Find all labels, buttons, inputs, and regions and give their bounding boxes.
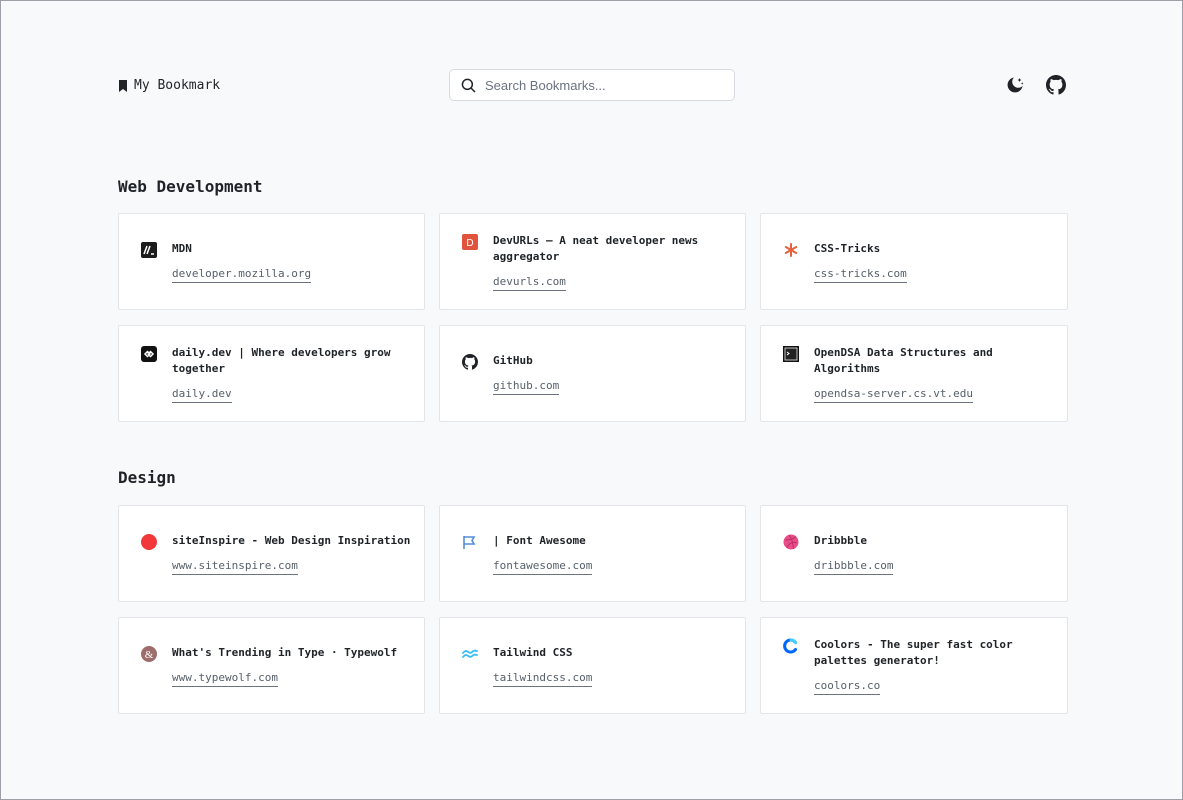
- bookmark-grid-design: siteInspire - Web Design Inspiration www…: [118, 505, 1068, 714]
- coolors-icon: [783, 638, 799, 654]
- bookmark-title: Coolors - The super fast color palettes …: [814, 637, 1013, 667]
- bookmark-title: siteInspire - Web Design Inspiration: [172, 533, 411, 547]
- mdn-icon: [141, 241, 157, 258]
- font-awesome-icon: [462, 534, 478, 550]
- bookmark-url-link[interactable]: tailwindcss.com: [493, 671, 593, 687]
- bookmark-title: What's Trending in Type · Typewolf: [172, 645, 398, 659]
- bookmark-card[interactable]: MDN developer.mozilla.org: [118, 213, 425, 310]
- bookmark-card[interactable]: Tailwind CSS tailwindcss.com: [439, 617, 746, 714]
- bookmark-url-link[interactable]: opendsa-server.cs.vt.edu: [814, 387, 973, 403]
- github-icon: [1045, 74, 1066, 95]
- brand-title: My Bookmark: [134, 78, 221, 93]
- bookmark-card[interactable]: GitHub github.com: [439, 325, 746, 422]
- section-title-web-development: Web Development: [118, 177, 263, 196]
- bookmark-url-link[interactable]: github.com: [493, 379, 560, 395]
- bookmark-card[interactable]: OpenDSA Data Structures and Algorithms o…: [760, 325, 1068, 422]
- bookmark-url-link[interactable]: fontawesome.com: [493, 559, 593, 575]
- search-input[interactable]: [485, 77, 715, 93]
- bookmark-url-link[interactable]: daily.dev: [172, 387, 232, 403]
- header-actions: [1004, 74, 1066, 95]
- css-tricks-icon: [783, 242, 799, 258]
- bookmark-title: daily.dev | Where developers grow togeth…: [172, 345, 391, 375]
- section-title-design: Design: [118, 468, 176, 487]
- bookmark-title: GitHub: [493, 353, 533, 367]
- github-link-button[interactable]: [1045, 74, 1066, 95]
- brand[interactable]: My Bookmark: [118, 78, 220, 93]
- bookmark-title: Dribbble: [814, 533, 867, 547]
- devurls-icon: D: [462, 233, 478, 250]
- bookmark-url-link[interactable]: devurls.com: [493, 275, 566, 291]
- bookmark-grid-web-development: MDN developer.mozilla.org D DevURLs – A …: [118, 213, 1068, 422]
- header: My Bookmark: [118, 69, 1066, 103]
- dribbble-icon: [783, 534, 799, 550]
- search-icon: [461, 78, 476, 92]
- bookmark-card[interactable]: | Font Awesome fontawesome.com: [439, 505, 746, 602]
- bookmark-url-link[interactable]: css-tricks.com: [814, 267, 907, 283]
- search-box[interactable]: [449, 69, 735, 101]
- bookmark-card[interactable]: Dribbble dribbble.com: [760, 505, 1068, 602]
- bookmark-title: OpenDSA Data Structures and Algorithms: [814, 345, 993, 375]
- app-window: My Bookmark Web D: [0, 0, 1183, 800]
- daily-dev-icon: [141, 345, 157, 362]
- tailwind-icon: [462, 646, 478, 662]
- bookmark-card[interactable]: daily.dev | Where developers grow togeth…: [118, 325, 425, 422]
- svg-text:D: D: [466, 238, 473, 249]
- bookmark-title: | Font Awesome: [493, 533, 586, 547]
- bookmark-url-link[interactable]: www.typewolf.com: [172, 671, 278, 687]
- github-icon: [462, 353, 478, 370]
- svg-text:&: &: [145, 649, 154, 661]
- opendsa-icon: [783, 345, 799, 362]
- bookmark-card[interactable]: & What's Trending in Type · Typewolf www…: [118, 617, 425, 714]
- bookmark-title: DevURLs – A neat developer news aggregat…: [493, 233, 699, 263]
- siteinspire-icon: [141, 533, 157, 550]
- bookmark-card[interactable]: siteInspire - Web Design Inspiration www…: [118, 505, 425, 602]
- typewolf-icon: &: [141, 645, 157, 662]
- bookmark-card[interactable]: Coolors - The super fast color palettes …: [760, 617, 1068, 714]
- bookmark-url-link[interactable]: developer.mozilla.org: [172, 267, 312, 283]
- bookmark-card[interactable]: CSS-Tricks css-tricks.com: [760, 213, 1068, 310]
- bookmark-title: CSS-Tricks: [814, 241, 881, 255]
- bookmark-title: Tailwind CSS: [493, 645, 573, 659]
- bookmark-url-link[interactable]: www.siteinspire.com: [172, 559, 298, 575]
- bookmark-url-link[interactable]: dribbble.com: [814, 559, 894, 575]
- bookmark-url-link[interactable]: coolors.co: [814, 679, 881, 695]
- theme-toggle-button[interactable]: [1004, 74, 1025, 95]
- bookmark-icon: [119, 79, 127, 92]
- moon-stars-icon: [1007, 77, 1023, 92]
- bookmark-title: MDN: [172, 241, 192, 255]
- bookmark-card[interactable]: D DevURLs – A neat developer news aggreg…: [439, 213, 746, 310]
